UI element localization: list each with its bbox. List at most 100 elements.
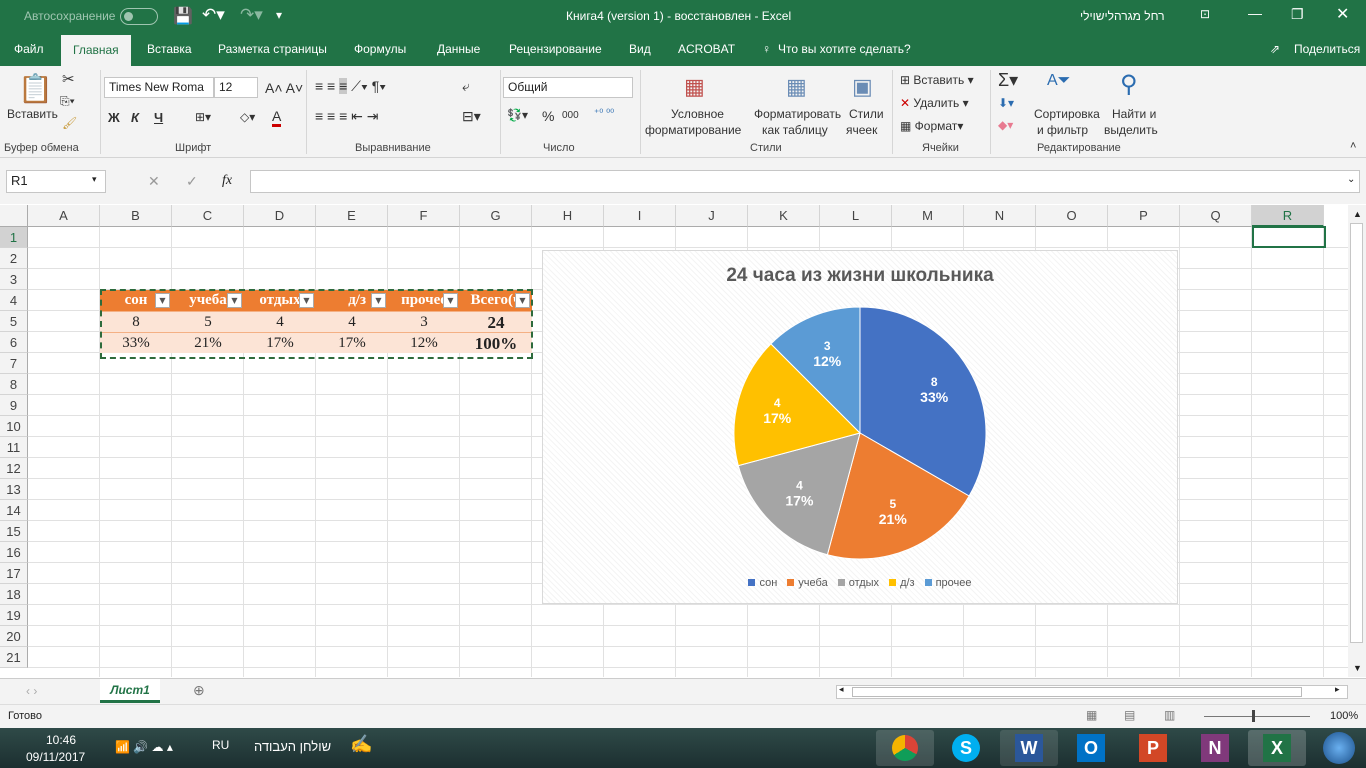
column-header-b[interactable]: B — [100, 205, 172, 227]
legend-entry[interactable]: д/з — [889, 577, 915, 589]
row-header-1[interactable]: 1 — [0, 227, 28, 248]
column-header-e[interactable]: E — [316, 205, 388, 227]
outlook-icon[interactable]: O — [1062, 730, 1120, 766]
tab-insert[interactable]: Вставка — [147, 42, 192, 56]
column-header-n[interactable]: N — [964, 205, 1036, 227]
column-header-g[interactable]: G — [460, 205, 532, 227]
customize-icon[interactable]: ▾ — [276, 8, 282, 22]
row-header-4[interactable]: 4 — [0, 290, 28, 311]
tab-review[interactable]: Рецензирование — [509, 42, 602, 56]
column-header-h[interactable]: H — [532, 205, 604, 227]
row-header-17[interactable]: 17 — [0, 563, 28, 584]
language-indicator[interactable]: RU — [212, 738, 229, 752]
italic-button[interactable]: К — [131, 110, 139, 125]
format-painter-icon[interactable]: 🖌 — [62, 116, 77, 130]
number-format-select[interactable]: Общий — [503, 77, 633, 98]
cell-styles-icon[interactable]: ▣ — [852, 74, 873, 100]
clock-time[interactable]: 10:46 — [46, 733, 76, 747]
word-icon[interactable]: W — [1000, 730, 1058, 766]
conditional-format-label-2[interactable]: форматирование — [645, 123, 741, 137]
active-cell-r1[interactable] — [1252, 226, 1326, 248]
name-box-dropdown-icon[interactable]: ▾ — [92, 174, 97, 185]
merge-icon[interactable]: ⊟▾ — [462, 108, 481, 125]
clock-date[interactable]: 09/11/2017 — [26, 750, 85, 764]
horizontal-scrollbar[interactable]: ◂ — [836, 684, 1348, 699]
column-header-r[interactable]: R — [1252, 205, 1324, 227]
tab-data[interactable]: Данные — [437, 42, 480, 56]
sort-filter-label-2[interactable]: и фильтр — [1037, 123, 1088, 137]
cut-icon[interactable]: ✂ — [62, 70, 75, 88]
copy-icon[interactable]: ⎘▾ — [60, 94, 75, 109]
column-header-i[interactable]: I — [604, 205, 676, 227]
align-top-icon[interactable]: ≡ ≡ ≡ ⟋▾ ¶▾ — [315, 78, 386, 95]
scroll-right-icon[interactable]: ▸ — [1335, 684, 1340, 695]
user-name[interactable]: רחל מגרהלישוילי — [1080, 9, 1165, 23]
legend-entry[interactable]: прочее — [924, 577, 972, 589]
skype-icon[interactable]: S — [937, 730, 995, 766]
currency-icon[interactable]: 💱▾ — [507, 108, 528, 122]
column-header-k[interactable]: K — [748, 205, 820, 227]
powerpoint-icon[interactable]: P — [1124, 730, 1182, 766]
format-table-label-1[interactable]: Форматировать — [754, 107, 841, 121]
tab-home[interactable]: Главная — [61, 35, 131, 66]
show-desktop-icon[interactable]: ✍ — [350, 734, 372, 755]
tab-page-layout[interactable]: Разметка страницы — [218, 42, 327, 56]
name-box[interactable]: R1 — [6, 170, 106, 193]
cell-styles-label-2[interactable]: ячеек — [846, 123, 877, 137]
chrome-icon[interactable] — [876, 730, 934, 766]
find-icon[interactable]: ⚲ — [1120, 70, 1138, 99]
tell-me-input[interactable]: Что вы хотите сделать? — [778, 42, 911, 56]
column-header-f[interactable]: F — [388, 205, 460, 227]
underline-button[interactable]: Ч — [154, 110, 163, 125]
close-icon[interactable]: ✕ — [1336, 4, 1349, 24]
legend-entry[interactable]: отдых — [837, 577, 879, 589]
enter-icon[interactable]: ✓ — [186, 173, 198, 190]
align-left-icon[interactable]: ≡ ≡ ≡ ⇤ ⇥ — [315, 108, 379, 125]
row-header-5[interactable]: 5 — [0, 311, 28, 332]
sort-filter-label-1[interactable]: Сортировка — [1034, 107, 1100, 121]
cancel-icon[interactable]: ✕ — [148, 173, 160, 190]
find-label-1[interactable]: Найти и — [1112, 107, 1156, 121]
collapse-ribbon-icon[interactable]: ˄ — [1350, 140, 1356, 152]
row-header-19[interactable]: 19 — [0, 605, 28, 626]
paste-icon[interactable]: 📋 — [18, 72, 53, 105]
insert-function-button[interactable]: fx — [222, 173, 232, 189]
redo-icon[interactable]: ↷▾ — [240, 5, 263, 25]
save-icon[interactable]: 💾 — [173, 6, 193, 26]
row-header-14[interactable]: 14 — [0, 500, 28, 521]
cell-styles-label-1[interactable]: Стили — [849, 107, 884, 121]
restore-icon[interactable]: ❐ — [1291, 6, 1304, 23]
conditional-format-icon[interactable]: ▦ — [684, 74, 705, 100]
tab-acrobat[interactable]: ACROBAT — [678, 42, 735, 56]
thousands-button[interactable]: 000 — [562, 110, 579, 121]
row-header-20[interactable]: 20 — [0, 626, 28, 647]
normal-view-icon[interactable]: ▦ — [1086, 708, 1097, 722]
row-header-8[interactable]: 8 — [0, 374, 28, 395]
borders-icon[interactable]: ⊞▾ — [195, 110, 211, 124]
clear-icon[interactable]: ◆▾ — [998, 118, 1013, 132]
delete-cells-button[interactable]: ✕ Удалить ▾ — [900, 96, 969, 110]
column-header-j[interactable]: J — [676, 205, 748, 227]
autosum-icon[interactable]: Σ▾ — [998, 70, 1018, 91]
row-header-7[interactable]: 7 — [0, 353, 28, 374]
row-header-21[interactable]: 21 — [0, 647, 28, 668]
tab-formulas[interactable]: Формулы — [354, 42, 406, 56]
conditional-format-label-1[interactable]: Условное — [671, 107, 724, 121]
zoom-level[interactable]: 100% — [1330, 710, 1358, 722]
row-header-16[interactable]: 16 — [0, 542, 28, 563]
autosave-toggle[interactable] — [120, 8, 158, 25]
row-header-13[interactable]: 13 — [0, 479, 28, 500]
decimal-icon[interactable]: ⁺⁰ ⁰⁰ — [594, 108, 614, 119]
legend-entry[interactable]: сон — [748, 577, 777, 589]
percent-button[interactable]: % — [542, 108, 554, 124]
row-header-12[interactable]: 12 — [0, 458, 28, 479]
minimize-icon[interactable]: — — [1248, 5, 1262, 21]
tab-view[interactable]: Вид — [629, 42, 651, 56]
tray-icons[interactable]: 📶 🔊 ☁ ▴ — [115, 740, 173, 754]
column-header-d[interactable]: D — [244, 205, 316, 227]
wrap-text-icon[interactable]: ⤶ — [462, 78, 470, 95]
format-table-icon[interactable]: ▦ — [786, 74, 807, 100]
start-button[interactable] — [1310, 730, 1366, 766]
column-header-a[interactable]: A — [28, 205, 100, 227]
column-header-q[interactable]: Q — [1180, 205, 1252, 227]
